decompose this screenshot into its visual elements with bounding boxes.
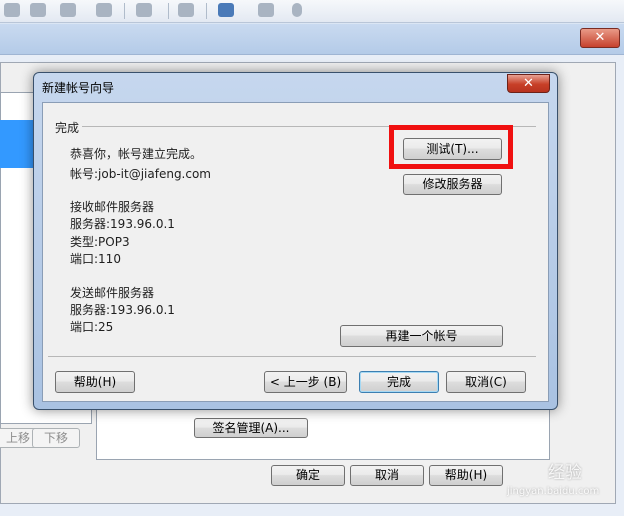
forward-icon[interactable] [60,3,76,17]
account-text: 帐号:job-it@jiafeng.com [70,167,212,181]
dialog-close-button[interactable]: ✕ [507,74,550,93]
finish-button[interactable]: 完成 [359,371,439,393]
background-help-button[interactable]: 帮助(H) [429,465,503,486]
incoming-port: 端口:110 [70,252,121,266]
cancel-button[interactable]: 取消(C) [446,371,526,393]
receive-icon[interactable] [218,3,234,17]
undo-icon[interactable] [30,3,46,17]
toolbar-separator [168,3,169,19]
footer-divider [48,356,536,357]
section-label: 完成 [55,121,80,135]
watermark-brand: 经验 [548,463,582,483]
incoming-type: 类型:POP3 [70,235,130,249]
app-icon[interactable] [4,3,20,17]
print-icon[interactable] [178,3,194,17]
watermark-url: jingyan.baidu.com [507,486,600,497]
back-button[interactable]: < 上一步 (B) [264,371,347,393]
incoming-heading: 接收邮件服务器 [70,200,155,214]
signature-manage-button[interactable]: 签名管理(A)... [194,418,308,438]
outgoing-server: 服务器:193.96.0.1 [70,303,175,317]
outgoing-heading: 发送邮件服务器 [70,286,155,300]
incoming-server: 服务器:193.96.0.1 [70,217,175,231]
background-cancel-button[interactable]: 取消 [350,465,424,486]
test-button-highlight [389,125,513,169]
delete-icon[interactable] [96,3,112,17]
notes-icon[interactable] [258,3,274,17]
background-close-button[interactable]: ✕ [580,28,620,48]
toolbar-separator [124,3,125,19]
modify-server-button[interactable]: 修改服务器 [403,174,502,195]
congrats-text: 恭喜你，帐号建立完成。 [70,147,203,161]
new-account-button[interactable]: 再建一个帐号 [340,325,503,347]
person-icon[interactable] [292,3,302,17]
ok-button[interactable]: 确定 [271,465,345,486]
app-toolbar [0,0,624,23]
outgoing-port: 端口:25 [70,320,114,334]
tag-icon[interactable] [136,3,152,17]
toolbar-separator [206,3,207,19]
move-down-button[interactable]: 下移 [32,428,80,448]
background-titlebar [0,24,624,55]
help-button[interactable]: 帮助(H) [55,371,135,393]
dialog-title: 新建帐号向导 [42,81,115,95]
